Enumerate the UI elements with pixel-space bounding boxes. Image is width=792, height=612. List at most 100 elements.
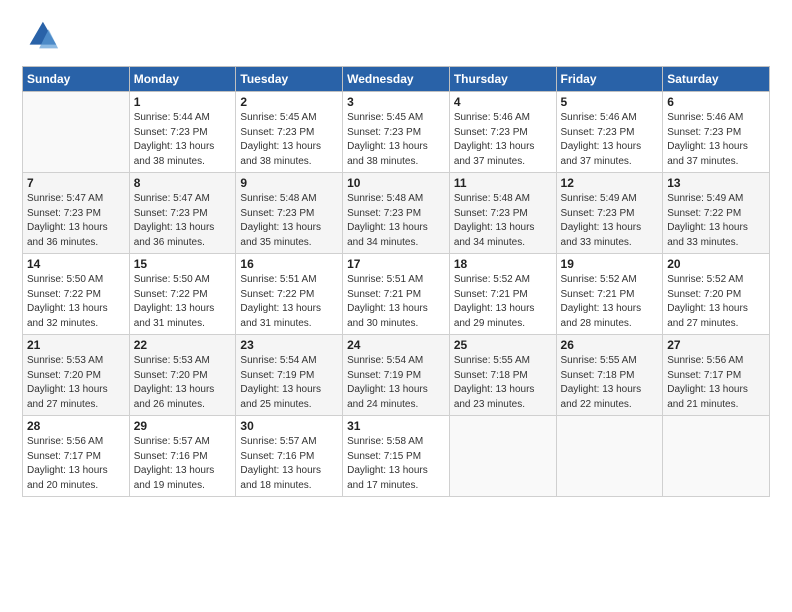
day-detail: Sunrise: 5:52 AMSunset: 7:21 PMDaylight:… [454, 273, 552, 331]
day-detail: Sunrise: 5:48 AMSunset: 7:23 PMDaylight:… [240, 192, 338, 250]
day-detail: Sunrise: 5:55 AMSunset: 7:18 PMDaylight:… [561, 354, 659, 412]
day-detail: Sunrise: 5:49 AMSunset: 7:23 PMDaylight:… [561, 192, 659, 250]
calendar-cell: 8 Sunrise: 5:47 AMSunset: 7:23 PMDaylight… [129, 173, 236, 254]
day-number: 20 [667, 257, 765, 271]
calendar-cell: 15 Sunrise: 5:50 AMSunset: 7:22 PMDayligh… [129, 254, 236, 335]
day-number: 14 [27, 257, 125, 271]
calendar-cell: 24 Sunrise: 5:54 AMSunset: 7:19 PMDayligh… [343, 335, 450, 416]
calendar-cell: 12 Sunrise: 5:49 AMSunset: 7:23 PMDayligh… [556, 173, 663, 254]
day-number: 7 [27, 176, 125, 190]
calendar-cell: 10 Sunrise: 5:48 AMSunset: 7:23 PMDayligh… [343, 173, 450, 254]
calendar-header-row: SundayMondayTuesdayWednesdayThursdayFrid… [23, 67, 770, 92]
day-number: 16 [240, 257, 338, 271]
day-detail: Sunrise: 5:51 AMSunset: 7:21 PMDaylight:… [347, 273, 445, 331]
calendar-cell: 27Sunrise: 5:56 AMSunset: 7:17 PMDayligh… [663, 335, 770, 416]
calendar-cell: 31Sunrise: 5:58 AMSunset: 7:15 PMDayligh… [343, 416, 450, 497]
day-number: 22 [134, 338, 232, 352]
day-number: 24 [347, 338, 445, 352]
day-detail: Sunrise: 5:45 AMSunset: 7:23 PMDaylight:… [240, 111, 338, 169]
calendar-cell: 28 Sunrise: 5:56 AMSunset: 7:17 PMDayligh… [23, 416, 130, 497]
day-detail: Sunrise: 5:47 AMSunset: 7:23 PMDaylight:… [134, 192, 232, 250]
day-number: 29 [134, 419, 232, 433]
calendar-cell: 14 Sunrise: 5:50 AMSunset: 7:22 PMDayligh… [23, 254, 130, 335]
calendar-cell [23, 92, 130, 173]
day-header-friday: Friday [556, 67, 663, 92]
header [22, 18, 770, 56]
calendar-cell: 17 Sunrise: 5:51 AMSunset: 7:21 PMDayligh… [343, 254, 450, 335]
calendar-cell: 6 Sunrise: 5:46 AMSunset: 7:23 PMDaylight… [663, 92, 770, 173]
day-number: 5 [561, 95, 659, 109]
calendar-cell: 16 Sunrise: 5:51 AMSunset: 7:22 PMDayligh… [236, 254, 343, 335]
calendar-week-5: 28 Sunrise: 5:56 AMSunset: 7:17 PMDayligh… [23, 416, 770, 497]
day-detail: Sunrise: 5:57 AMSunset: 7:16 PMDaylight:… [134, 435, 232, 493]
day-number: 19 [561, 257, 659, 271]
page: SundayMondayTuesdayWednesdayThursdayFrid… [0, 0, 792, 612]
day-detail: Sunrise: 5:49 AMSunset: 7:22 PMDaylight:… [667, 192, 765, 250]
day-number: 13 [667, 176, 765, 190]
day-detail: Sunrise: 5:46 AMSunset: 7:23 PMDaylight:… [561, 111, 659, 169]
day-detail: Sunrise: 5:53 AMSunset: 7:20 PMDaylight:… [27, 354, 125, 412]
day-detail: Sunrise: 5:53 AMSunset: 7:20 PMDaylight:… [134, 354, 232, 412]
day-number: 6 [667, 95, 765, 109]
calendar-cell: 13 Sunrise: 5:49 AMSunset: 7:22 PMDayligh… [663, 173, 770, 254]
day-number: 28 [27, 419, 125, 433]
calendar-week-3: 14 Sunrise: 5:50 AMSunset: 7:22 PMDayligh… [23, 254, 770, 335]
day-number: 1 [134, 95, 232, 109]
day-number: 2 [240, 95, 338, 109]
calendar-week-4: 21 Sunrise: 5:53 AMSunset: 7:20 PMDayligh… [23, 335, 770, 416]
calendar-cell: 1 Sunrise: 5:44 AMSunset: 7:23 PMDaylight… [129, 92, 236, 173]
day-detail: Sunrise: 5:50 AMSunset: 7:22 PMDaylight:… [27, 273, 125, 331]
day-detail: Sunrise: 5:51 AMSunset: 7:22 PMDaylight:… [240, 273, 338, 331]
day-detail: Sunrise: 5:46 AMSunset: 7:23 PMDaylight:… [454, 111, 552, 169]
day-detail: Sunrise: 5:58 AMSunset: 7:15 PMDaylight:… [347, 435, 445, 493]
calendar-cell: 30Sunrise: 5:57 AMSunset: 7:16 PMDayligh… [236, 416, 343, 497]
calendar-week-1: 1 Sunrise: 5:44 AMSunset: 7:23 PMDaylight… [23, 92, 770, 173]
calendar-cell: 11Sunrise: 5:48 AMSunset: 7:23 PMDayligh… [449, 173, 556, 254]
calendar-cell: 29 Sunrise: 5:57 AMSunset: 7:16 PMDayligh… [129, 416, 236, 497]
day-detail: Sunrise: 5:52 AMSunset: 7:20 PMDaylight:… [667, 273, 765, 331]
day-number: 12 [561, 176, 659, 190]
day-detail: Sunrise: 5:52 AMSunset: 7:21 PMDaylight:… [561, 273, 659, 331]
calendar-cell: 3 Sunrise: 5:45 AMSunset: 7:23 PMDaylight… [343, 92, 450, 173]
day-number: 25 [454, 338, 552, 352]
day-header-tuesday: Tuesday [236, 67, 343, 92]
day-detail: Sunrise: 5:45 AMSunset: 7:23 PMDaylight:… [347, 111, 445, 169]
calendar-cell: 19 Sunrise: 5:52 AMSunset: 7:21 PMDayligh… [556, 254, 663, 335]
day-header-monday: Monday [129, 67, 236, 92]
day-number: 10 [347, 176, 445, 190]
day-number: 3 [347, 95, 445, 109]
day-detail: Sunrise: 5:54 AMSunset: 7:19 PMDaylight:… [240, 354, 338, 412]
day-detail: Sunrise: 5:48 AMSunset: 7:23 PMDaylight:… [347, 192, 445, 250]
calendar-cell: 22 Sunrise: 5:53 AMSunset: 7:20 PMDayligh… [129, 335, 236, 416]
calendar-cell [449, 416, 556, 497]
calendar-cell [663, 416, 770, 497]
day-number: 27 [667, 338, 765, 352]
calendar-cell: 2 Sunrise: 5:45 AMSunset: 7:23 PMDaylight… [236, 92, 343, 173]
day-number: 26 [561, 338, 659, 352]
day-number: 4 [454, 95, 552, 109]
calendar-cell: 5 Sunrise: 5:46 AMSunset: 7:23 PMDaylight… [556, 92, 663, 173]
calendar-cell: 21 Sunrise: 5:53 AMSunset: 7:20 PMDayligh… [23, 335, 130, 416]
calendar-cell: 23 Sunrise: 5:54 AMSunset: 7:19 PMDayligh… [236, 335, 343, 416]
day-header-sunday: Sunday [23, 67, 130, 92]
day-number: 8 [134, 176, 232, 190]
calendar-cell: 18Sunrise: 5:52 AMSunset: 7:21 PMDayligh… [449, 254, 556, 335]
day-number: 21 [27, 338, 125, 352]
day-detail: Sunrise: 5:56 AMSunset: 7:17 PMDaylight:… [27, 435, 125, 493]
calendar-cell: 26 Sunrise: 5:55 AMSunset: 7:18 PMDayligh… [556, 335, 663, 416]
calendar-cell: 4 Sunrise: 5:46 AMSunset: 7:23 PMDaylight… [449, 92, 556, 173]
logo-icon [22, 18, 60, 56]
calendar-cell: 20 Sunrise: 5:52 AMSunset: 7:20 PMDayligh… [663, 254, 770, 335]
day-header-saturday: Saturday [663, 67, 770, 92]
day-detail: Sunrise: 5:50 AMSunset: 7:22 PMDaylight:… [134, 273, 232, 331]
day-number: 17 [347, 257, 445, 271]
day-detail: Sunrise: 5:44 AMSunset: 7:23 PMDaylight:… [134, 111, 232, 169]
day-detail: Sunrise: 5:46 AMSunset: 7:23 PMDaylight:… [667, 111, 765, 169]
day-detail: Sunrise: 5:54 AMSunset: 7:19 PMDaylight:… [347, 354, 445, 412]
day-number: 15 [134, 257, 232, 271]
day-number: 23 [240, 338, 338, 352]
logo [22, 18, 64, 56]
calendar-cell [556, 416, 663, 497]
calendar: SundayMondayTuesdayWednesdayThursdayFrid… [22, 66, 770, 497]
day-detail: Sunrise: 5:48 AMSunset: 7:23 PMDaylight:… [454, 192, 552, 250]
